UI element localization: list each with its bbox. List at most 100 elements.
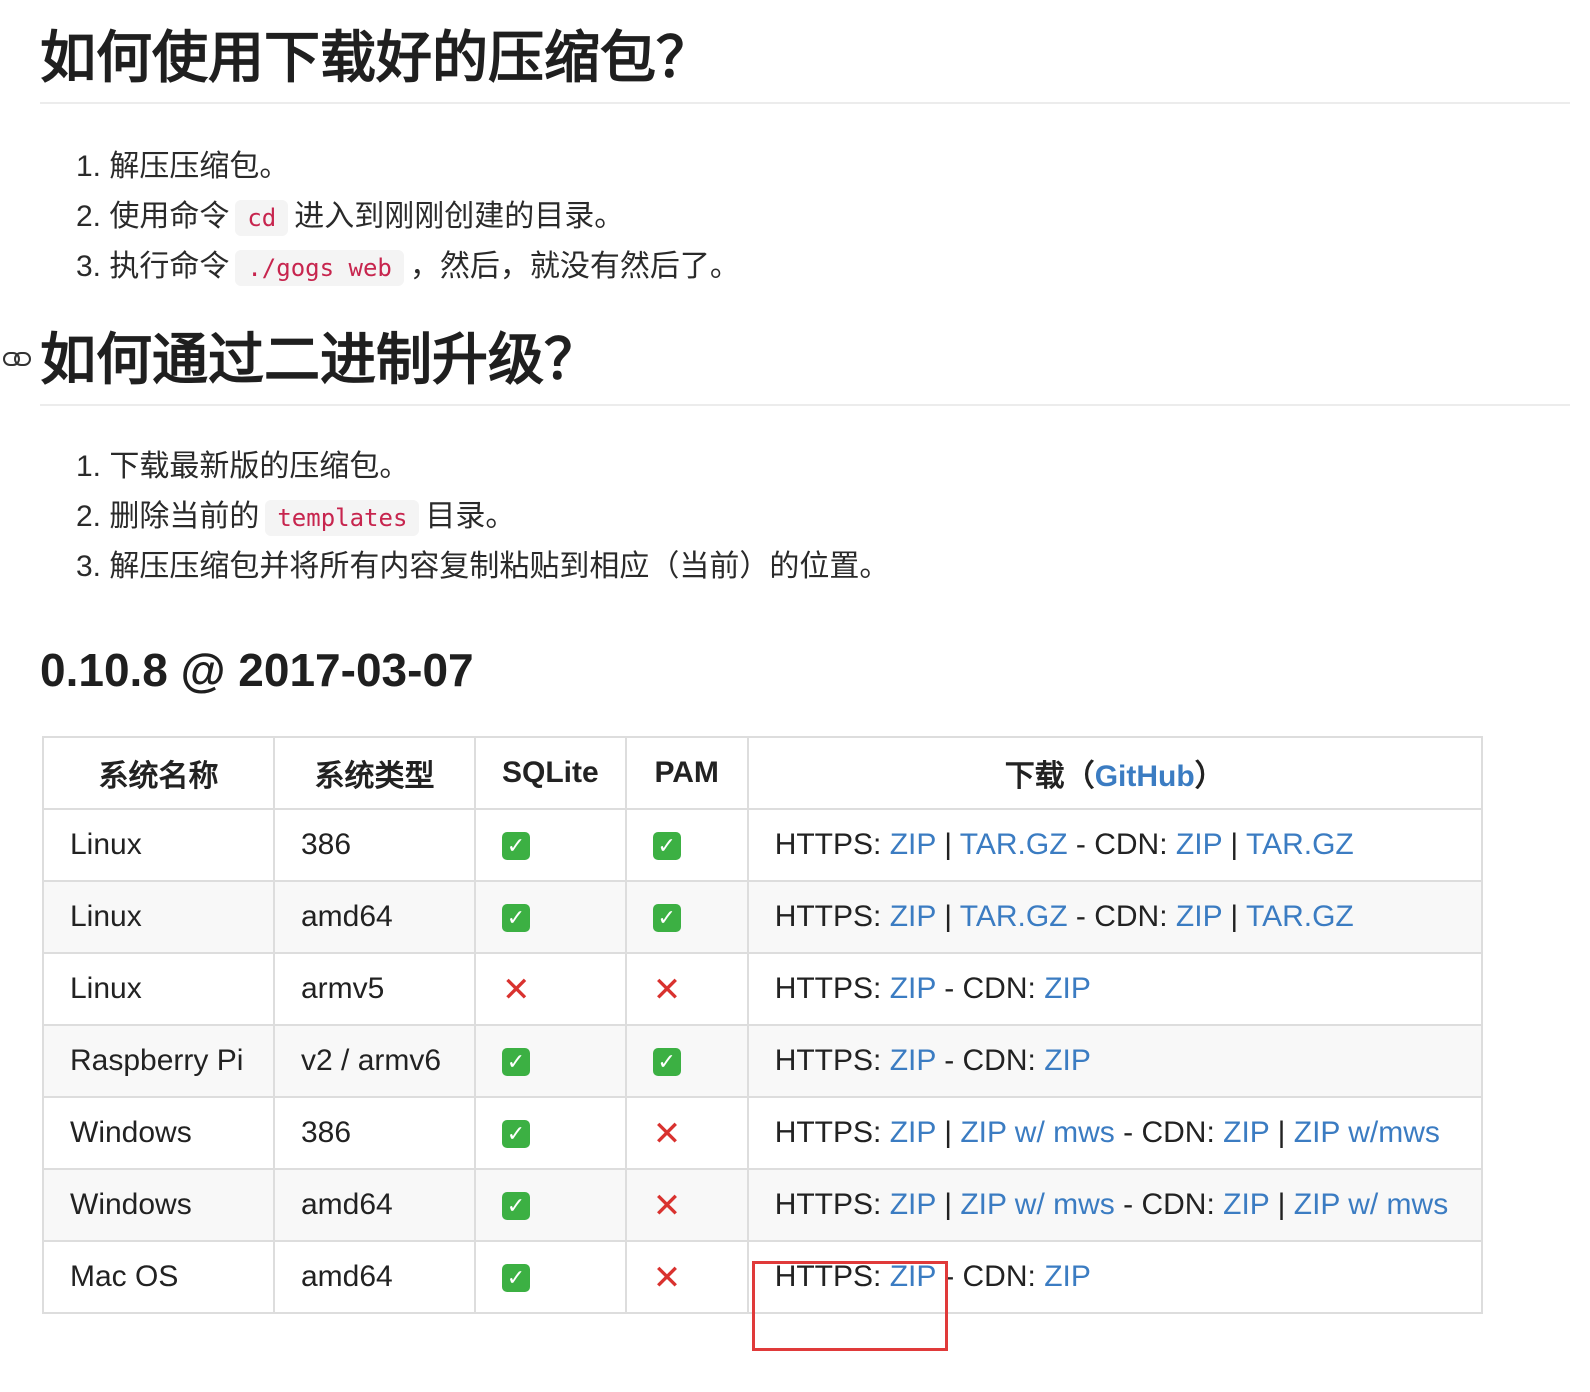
cross-icon: ✕ [652, 1115, 682, 1154]
link-anchor-icon[interactable] [2, 348, 32, 370]
check-icon: ✓ [652, 904, 681, 933]
step-text: 进入到刚刚创建的目录。 [294, 200, 625, 233]
header-pam: PAM [624, 736, 749, 810]
download-cell: HTTPS: ZIP | ZIP w/ mws - CDN: ZIP | ZIP… [746, 1168, 1483, 1242]
inline-code: ./gogs web [235, 250, 404, 286]
https-zip-link[interactable]: ZIP [890, 900, 936, 933]
pam-cell: ✕ [624, 1240, 749, 1314]
https-zip-link[interactable]: ZIP [890, 972, 936, 1005]
separator: | [944, 828, 952, 861]
separator: | [1277, 1116, 1286, 1149]
table-row: Mac OS amd64 ✓ ✕ HTTPS: ZIP - CDN: ZIP [42, 1240, 1483, 1314]
arch-cell: 386 [273, 1096, 476, 1170]
https-alt-link[interactable]: TAR.GZ [960, 900, 1068, 933]
download-cell: HTTPS: ZIP - CDN: ZIP [746, 1240, 1483, 1314]
table-row: Linux 386 ✓ ✓ HTTPS: ZIP | TAR.GZ - CDN: ZIP… [42, 808, 1483, 882]
check-icon: ✓ [502, 1192, 530, 1221]
separator: | [944, 900, 952, 933]
arch-cell: armv5 [273, 952, 476, 1026]
pam-cell: ✕ [624, 1168, 749, 1242]
separator: | [1230, 828, 1239, 861]
list-item: 2. 使用命令 cd 进入到刚刚创建的目录。 [76, 192, 740, 242]
cdn-alt-link[interactable]: ZIP w/mws [1294, 1116, 1440, 1149]
arch-cell: amd64 [273, 880, 476, 954]
os-cell: Mac OS [42, 1240, 275, 1314]
cdn-alt-link[interactable]: TAR.GZ [1246, 900, 1354, 933]
https-zip-link[interactable]: ZIP [890, 1260, 936, 1293]
cdn-label: - CDN: [944, 972, 1036, 1005]
cdn-alt-link[interactable]: ZIP w/ mws [1294, 1188, 1448, 1221]
sqlite-cell: ✓ [474, 1240, 627, 1314]
cdn-zip-link[interactable]: ZIP [1176, 900, 1222, 933]
https-zip-link[interactable]: ZIP [890, 1116, 936, 1149]
download-cell: HTTPS: ZIP - CDN: ZIP [746, 952, 1483, 1026]
usage-heading: 如何使用下载好的压缩包？ [40, 22, 1570, 104]
cdn-zip-link[interactable]: ZIP [1044, 1260, 1091, 1293]
sqlite-cell: ✓ [474, 1168, 627, 1242]
pam-cell: ✓ [624, 808, 749, 882]
cdn-zip-link[interactable]: ZIP [1044, 972, 1091, 1005]
cdn-label: - CDN: [944, 1260, 1036, 1293]
header-os: 系统名称 [42, 736, 275, 810]
https-label: HTTPS: [774, 972, 882, 1005]
header-download: 下载（GitHub） [746, 736, 1483, 810]
check-icon: ✓ [502, 1048, 530, 1077]
inline-code: templates [265, 500, 420, 536]
step-text: 1. 解压压缩包。 [76, 150, 290, 183]
https-zip-link[interactable]: ZIP [890, 1044, 936, 1077]
https-alt-link[interactable]: ZIP w/ mws [960, 1116, 1114, 1149]
cdn-alt-link[interactable]: TAR.GZ [1246, 828, 1354, 861]
check-icon: ✓ [502, 1264, 530, 1293]
cdn-label: - CDN: [1075, 828, 1168, 861]
https-alt-link[interactable]: ZIP w/ mws [960, 1188, 1114, 1221]
header-sqlite: SQLite [474, 736, 627, 810]
pam-cell: ✓ [624, 1024, 749, 1098]
sqlite-cell: ✓ [474, 1096, 627, 1170]
step-text: 3. 执行命令 [76, 250, 230, 283]
os-cell: Linux [42, 808, 275, 882]
https-zip-link[interactable]: ZIP [890, 1188, 936, 1221]
cross-icon: ✕ [652, 1187, 682, 1226]
sqlite-cell: ✓ [474, 808, 627, 882]
step-text: 2. 删除当前的 [76, 500, 260, 533]
cdn-zip-link[interactable]: ZIP [1044, 1044, 1091, 1077]
https-alt-link[interactable]: TAR.GZ [960, 828, 1068, 861]
step-text: 1. 下载最新版的压缩包。 [76, 450, 410, 483]
table-row: Linux armv5 ✕ ✕ HTTPS: ZIP - CDN: ZIP [42, 952, 1483, 1026]
os-cell: Linux [42, 952, 275, 1026]
https-zip-link[interactable]: ZIP [890, 828, 936, 861]
header-arch: 系统类型 [273, 736, 476, 810]
sqlite-cell: ✓ [474, 1024, 627, 1098]
table-body: Linux 386 ✓ ✓ HTTPS: ZIP | TAR.GZ - CDN: ZIP… [42, 808, 1483, 1314]
download-cell: HTTPS: ZIP | TAR.GZ - CDN: ZIP | TAR.GZ [746, 880, 1483, 954]
check-icon: ✓ [502, 832, 530, 861]
upgrade-steps-list: 1. 下载最新版的压缩包。 2. 删除当前的 templates 目录。 3. 解压… [76, 442, 889, 592]
cdn-zip-link[interactable]: ZIP [1223, 1116, 1269, 1149]
separator: | [1277, 1188, 1286, 1221]
cross-icon: ✕ [652, 971, 682, 1010]
upgrade-heading: 如何通过二进制升级？ [40, 324, 1570, 406]
https-label: HTTPS: [774, 900, 882, 933]
https-label: HTTPS: [774, 1116, 882, 1149]
pam-cell: ✕ [624, 952, 749, 1026]
cdn-label: - CDN: [1075, 900, 1168, 933]
header-download-post: ） [1194, 760, 1225, 793]
sqlite-cell: ✕ [474, 952, 627, 1026]
sqlite-cell: ✓ [474, 880, 627, 954]
cdn-zip-link[interactable]: ZIP [1223, 1188, 1269, 1221]
download-cell: HTTPS: ZIP - CDN: ZIP [746, 1024, 1483, 1098]
pam-cell: ✓ [624, 880, 749, 954]
table-row: Raspberry Pi v2 / armv6 ✓ ✓ HTTPS: ZIP - CDN… [42, 1024, 1483, 1098]
step-text: 3. 解压压缩包并将所有内容复制粘贴到相应（当前）的位置。 [76, 550, 890, 583]
inline-code: cd [235, 200, 289, 236]
pam-cell: ✕ [624, 1096, 749, 1170]
cdn-label: - CDN: [1123, 1116, 1215, 1149]
download-table: 系统名称 系统类型 SQLite PAM 下载（GitHub） Linux 386… [42, 736, 1483, 1314]
step-text: 目录。 [425, 500, 516, 533]
github-link[interactable]: GitHub [1095, 760, 1195, 793]
list-item: 2. 删除当前的 templates 目录。 [76, 492, 889, 542]
list-item: 1. 解压压缩包。 [76, 142, 740, 192]
cross-icon: ✕ [502, 971, 531, 1010]
os-cell: Windows [42, 1168, 275, 1242]
cdn-zip-link[interactable]: ZIP [1176, 828, 1222, 861]
